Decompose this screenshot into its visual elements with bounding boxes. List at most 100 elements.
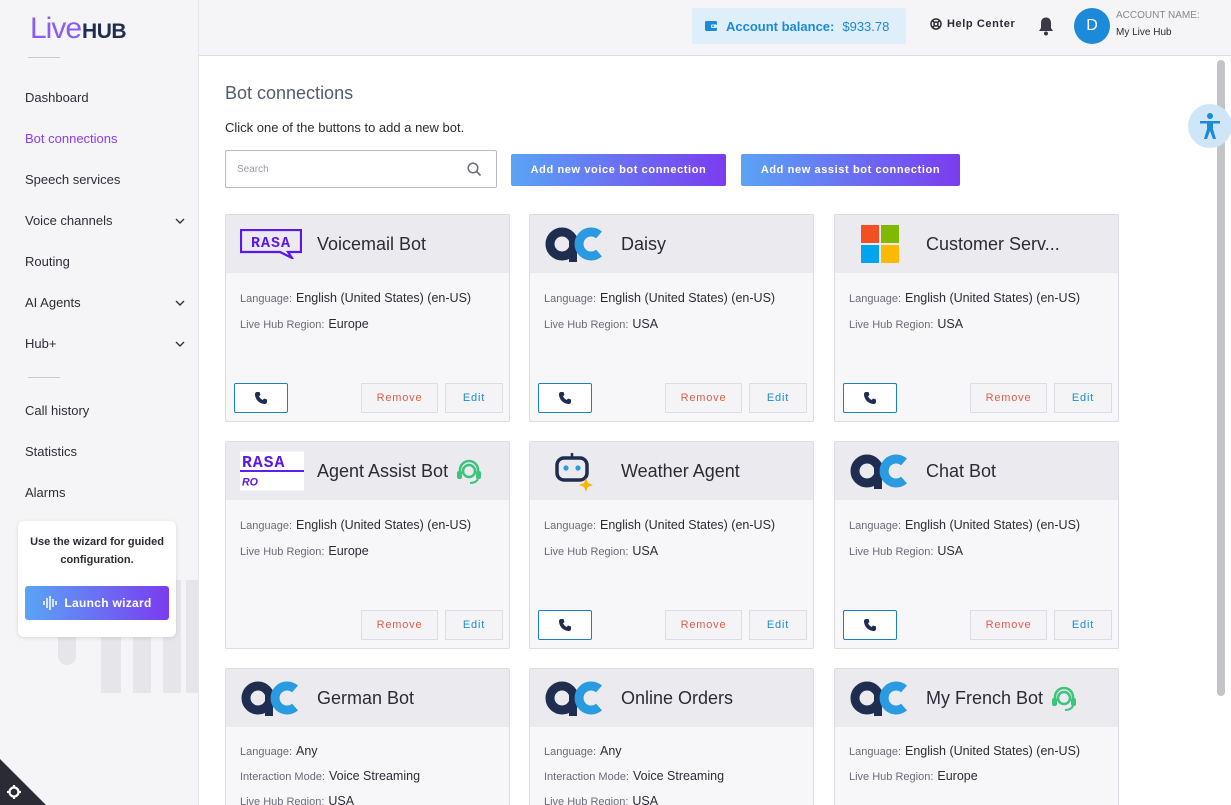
edit-button[interactable]: Edit: [1054, 383, 1112, 413]
language-value: English (United States) (en-US): [905, 518, 1081, 532]
sidebar-item-bot-connections[interactable]: Bot connections: [25, 131, 185, 146]
ac-logo: [849, 680, 913, 716]
language-label: Language:: [849, 746, 901, 758]
bot-card[interactable]: German Bot Language: Any Interaction Mode…: [225, 668, 510, 805]
language-label: Language:: [240, 293, 292, 305]
sidebar-item-label: AI Agents: [25, 295, 81, 310]
bot-card[interactable]: Weather Agent Language: English (United S…: [529, 441, 814, 649]
search-icon[interactable]: [467, 162, 482, 177]
balance-label: Account balance:: [726, 18, 835, 34]
sidebar-item-label: Hub+: [25, 336, 57, 351]
edit-button[interactable]: Edit: [1054, 610, 1112, 640]
accessibility-button[interactable]: [1188, 104, 1231, 148]
sidebar-item-dashboard[interactable]: Dashboard: [25, 90, 185, 105]
rasa-ro-logo: RASA RO: [240, 451, 304, 491]
region-value: Europe: [937, 769, 978, 783]
mode-value: Voice Streaming: [633, 769, 725, 783]
logo-live-text: Live: [30, 12, 82, 45]
edit-button[interactable]: Edit: [445, 610, 503, 640]
launch-wizard-button[interactable]: Launch wizard: [25, 586, 169, 620]
settings-corner-button[interactable]: [0, 759, 46, 805]
sidebar-item-routing[interactable]: Routing: [25, 254, 185, 269]
region-label: Live Hub Region:: [849, 319, 934, 331]
search-box: [225, 150, 497, 188]
help-center-link[interactable]: Help Center: [930, 18, 1015, 30]
remove-button[interactable]: Remove: [665, 610, 742, 640]
bot-title: German Bot: [317, 687, 415, 708]
edit-button[interactable]: Edit: [749, 610, 807, 640]
remove-button[interactable]: Remove: [665, 383, 742, 413]
edit-button[interactable]: Edit: [445, 383, 503, 413]
account-balance[interactable]: Account balance: $933.78: [692, 8, 906, 44]
remove-button[interactable]: Remove: [970, 383, 1047, 413]
region-label: Live Hub Region:: [240, 546, 325, 558]
mode-row: Interaction Mode: Voice Streaming: [240, 769, 420, 783]
bot-title: Weather Agent: [621, 460, 740, 481]
ac-logo: [849, 453, 913, 489]
language-row: Language: English (United States) (en-US): [849, 744, 1080, 758]
add-assist-bot-button[interactable]: Add new assist bot connection: [741, 154, 960, 186]
bot-title: Daisy: [621, 233, 667, 254]
sidebar-divider: [28, 377, 60, 378]
region-label: Live Hub Region:: [849, 771, 934, 783]
region-row: Live Hub Region: Europe: [849, 769, 978, 783]
region-value: USA: [632, 544, 659, 558]
avatar[interactable]: D: [1074, 8, 1110, 44]
region-label: Live Hub Region:: [544, 319, 629, 331]
language-label: Language:: [544, 520, 596, 532]
language-row: Language: Any: [240, 744, 318, 758]
bell-icon[interactable]: [1037, 16, 1055, 36]
bot-title-wrap: My French Bot: [913, 684, 1079, 712]
language-value: English (United States) (en-US): [905, 744, 1081, 758]
region-row: Live Hub Region: USA: [544, 317, 658, 331]
wizard-text: Use the wizard for guided configuration.: [30, 536, 164, 566]
sidebar-item-voice-channels[interactable]: Voice channels: [25, 213, 185, 228]
call-button[interactable]: [843, 383, 897, 413]
sidebar-item-ai-agents[interactable]: AI Agents: [25, 295, 185, 310]
bot-card[interactable]: My French Bot Language: English (United S…: [834, 668, 1119, 805]
bot-card[interactable]: RASA Voicemail Bot Language: English (Uni…: [225, 214, 510, 422]
ac-logo: [544, 226, 608, 262]
sidebar-item-hub-plus[interactable]: Hub+: [25, 336, 185, 351]
sidebar-item-speech-services[interactable]: Speech services: [25, 172, 185, 187]
search-input[interactable]: [226, 151, 446, 187]
mode-label: Interaction Mode:: [544, 771, 629, 783]
bot-card[interactable]: Customer Serv... Language: English (Unite…: [834, 214, 1119, 422]
mode-row: Interaction Mode: Voice Streaming: [544, 769, 724, 783]
region-value: USA: [632, 794, 659, 805]
edit-button[interactable]: Edit: [749, 383, 807, 413]
language-row: Language: English (United States) (en-US): [849, 518, 1080, 532]
livehub-logo[interactable]: Live HUB: [30, 12, 127, 46]
bot-card[interactable]: Online Orders Language: Any Interaction M…: [529, 668, 814, 805]
call-button[interactable]: [234, 383, 288, 413]
region-value: Europe: [328, 544, 369, 558]
bot-card[interactable]: RASA RO Agent Assist Bot Language: English…: [225, 441, 510, 649]
language-value: English (United States) (en-US): [600, 291, 776, 305]
sidebar-item-statistics[interactable]: Statistics: [25, 444, 185, 459]
ac-logo: [544, 680, 608, 716]
remove-button[interactable]: Remove: [970, 610, 1047, 640]
page-subtitle: Click one of the buttons to add a new bo…: [225, 120, 465, 135]
call-button[interactable]: [538, 610, 592, 640]
phone-icon: [559, 619, 571, 631]
call-button[interactable]: [538, 383, 592, 413]
sidebar-item-call-history[interactable]: Call history: [25, 403, 185, 418]
bot-card[interactable]: Daisy Language: English (United States) (…: [529, 214, 814, 422]
sidebar-item-alarms[interactable]: Alarms: [25, 485, 185, 500]
bot-card[interactable]: Chat Bot Language: English (United States…: [834, 441, 1119, 649]
account-name[interactable]: My Live Hub: [1116, 27, 1172, 38]
region-row: Live Hub Region: USA: [849, 544, 963, 558]
remove-button[interactable]: Remove: [361, 610, 438, 640]
sidebar-item-label: Voice channels: [25, 213, 113, 228]
sidebar-item-label: Alarms: [25, 485, 66, 500]
bot-title: My French Bot: [926, 687, 1044, 708]
bot-title-wrap: Agent Assist Bot: [304, 457, 484, 485]
top-bar: Account balance: $933.78 Help Center D A…: [199, 0, 1231, 56]
microsoft-logo: [849, 225, 913, 263]
remove-button[interactable]: Remove: [361, 383, 438, 413]
call-button[interactable]: [843, 610, 897, 640]
scrollbar-thumb[interactable]: [1217, 60, 1225, 696]
balance-value: $933.78: [842, 18, 890, 34]
add-voice-bot-button[interactable]: Add new voice bot connection: [511, 154, 726, 186]
region-row: Live Hub Region: USA: [544, 794, 658, 805]
